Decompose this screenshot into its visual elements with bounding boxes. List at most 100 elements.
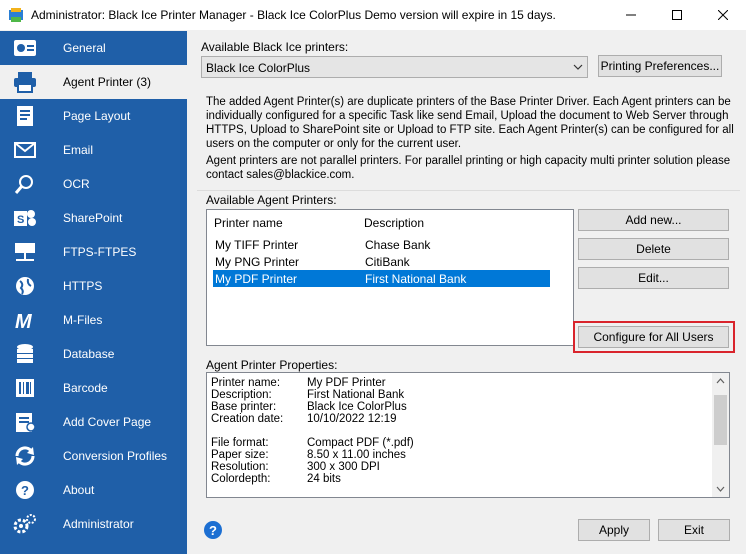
sidebar-item-label: Conversion Profiles: [63, 449, 168, 463]
property-key: Paper size:: [211, 449, 269, 461]
apply-button[interactable]: Apply: [578, 519, 650, 541]
sidebar-item-about[interactable]: ? About: [0, 473, 187, 507]
property-value: 24 bits: [307, 473, 341, 485]
printer-name-cell: My PDF Printer: [215, 272, 298, 286]
sharepoint-icon: S: [12, 206, 38, 230]
scroll-up-icon[interactable]: [712, 373, 729, 390]
printer-icon: [12, 70, 38, 94]
printer-description-cell: First National Bank: [365, 272, 467, 286]
property-key: Resolution:: [211, 461, 269, 473]
add-new-button[interactable]: Add new...: [578, 209, 729, 231]
close-icon: [718, 10, 728, 20]
printer-name-cell: My TIFF Printer: [215, 238, 299, 252]
general-icon: [12, 36, 38, 60]
sidebar-item-label: Add Cover Page: [63, 415, 152, 429]
agent-printers-list[interactable]: Printer name Description My TIFF Printer…: [206, 209, 574, 346]
column-header-printer-name[interactable]: Printer name: [214, 216, 283, 230]
svg-text:M: M: [15, 311, 33, 331]
maximize-icon: [672, 10, 682, 20]
printer-description-cell: Chase Bank: [365, 238, 431, 252]
scroll-thumb[interactable]: [714, 395, 727, 445]
properties-box[interactable]: Printer name: My PDF Printer Description…: [206, 372, 730, 498]
configure-all-users-button[interactable]: Configure for All Users: [578, 326, 729, 348]
sidebar-item-label: SharePoint: [63, 211, 123, 225]
sidebar-item-label: About: [63, 483, 95, 497]
sidebar-item-label: Administrator: [63, 517, 134, 531]
exit-button[interactable]: Exit: [658, 519, 730, 541]
sidebar-item-add-cover-page[interactable]: Add Cover Page: [0, 405, 187, 439]
property-value: My PDF Printer: [307, 377, 386, 389]
list-item[interactable]: My TIFF Printer Chase Bank: [213, 236, 569, 253]
property-value: Compact PDF (*.pdf): [307, 437, 414, 449]
sidebar-item-m-files[interactable]: M M-Files: [0, 303, 187, 337]
database-icon: [12, 342, 38, 366]
sidebar-item-label: Barcode: [63, 381, 108, 395]
sidebar-item-ocr[interactable]: OCR: [0, 167, 187, 201]
minimize-icon: [626, 14, 636, 16]
property-value: 300 x 300 DPI: [307, 461, 380, 473]
minimize-button[interactable]: [608, 0, 654, 30]
agent-printers-label: Available Agent Printers:: [206, 193, 337, 207]
help-icon[interactable]: ?: [204, 521, 222, 539]
property-key: Colordepth:: [211, 473, 271, 485]
close-button[interactable]: [700, 0, 746, 30]
m-files-icon: M: [12, 308, 38, 332]
sidebar-item-label: M-Files: [63, 313, 103, 327]
sidebar-item-label: Database: [63, 347, 115, 361]
conversion-icon: [12, 444, 38, 468]
sidebar-item-conversion-profiles[interactable]: Conversion Profiles: [0, 439, 187, 473]
property-key: Base printer:: [211, 401, 277, 413]
sidebar-item-label: Page Layout: [63, 109, 131, 123]
sidebar-item-general[interactable]: General: [0, 31, 187, 65]
sidebar-item-agent-printer[interactable]: Agent Printer (3): [0, 65, 187, 99]
sidebar-item-administrator[interactable]: Administrator: [0, 507, 187, 541]
property-value: 8.50 x 11.00 inches: [307, 449, 406, 461]
ocr-icon: [12, 172, 38, 196]
sidebar-item-database[interactable]: Database: [0, 337, 187, 371]
column-header-description[interactable]: Description: [364, 216, 424, 230]
printer-select-value: Black Ice ColorPlus: [206, 61, 311, 75]
parallel-printing-note: Agent printers are not parallel printers…: [206, 155, 731, 181]
sidebar-item-https[interactable]: HTTPS: [0, 269, 187, 303]
property-value: Black Ice ColorPlus: [307, 401, 407, 413]
maximize-button[interactable]: [654, 0, 700, 30]
svg-text:S: S: [17, 214, 24, 226]
barcode-icon: [12, 376, 38, 400]
printer-description-cell: CitiBank: [365, 255, 410, 269]
property-key: Printer name:: [211, 377, 281, 389]
title-bar: Administrator: Black Ice Printer Manager…: [0, 0, 746, 30]
property-value: 10/10/2022 12:19: [307, 413, 397, 425]
sidebar-item-page-layout[interactable]: Page Layout: [0, 99, 187, 133]
window-title: Administrator: Black Ice Printer Manager…: [31, 8, 556, 22]
edit-button[interactable]: Edit...: [578, 267, 729, 289]
list-item[interactable]: My PNG Printer CitiBank: [213, 253, 569, 270]
page-layout-icon: [12, 104, 38, 128]
sidebar-item-label: Agent Printer (3): [63, 75, 152, 89]
divider: [197, 190, 740, 191]
main-panel: Available Black Ice printers: Black Ice …: [187, 31, 746, 554]
property-key: Creation date:: [211, 413, 284, 425]
sidebar-item-email[interactable]: Email: [0, 133, 187, 167]
sidebar-item-sharepoint[interactable]: S SharePoint: [0, 201, 187, 235]
delete-button[interactable]: Delete: [578, 238, 729, 260]
printer-select[interactable]: Black Ice ColorPlus: [201, 56, 588, 78]
properties-scrollbar[interactable]: [712, 373, 729, 497]
scroll-down-icon[interactable]: [712, 480, 729, 497]
list-item-selected[interactable]: My PDF Printer First National Bank: [213, 270, 550, 287]
sidebar-item-ftps-ftpes[interactable]: FTPS-FTPES: [0, 235, 187, 269]
sidebar-item-barcode[interactable]: Barcode: [0, 371, 187, 405]
property-value: First National Bank: [307, 389, 405, 401]
app-icon: [9, 8, 23, 22]
printer-name-cell: My PNG Printer: [215, 255, 300, 269]
sidebar-item-label: HTTPS: [63, 279, 103, 293]
ftp-icon: [12, 240, 38, 264]
sidebar-item-label: General: [63, 41, 106, 55]
cover-page-icon: [12, 410, 38, 434]
printing-preferences-button[interactable]: Printing Preferences...: [598, 55, 722, 77]
property-key: Description:: [211, 389, 272, 401]
sidebar-item-label: OCR: [63, 177, 90, 191]
sidebar-item-label: Email: [63, 143, 94, 157]
svg-text:?: ?: [21, 483, 29, 498]
chevron-down-icon: [573, 64, 583, 70]
properties-label: Agent Printer Properties:: [206, 358, 338, 372]
